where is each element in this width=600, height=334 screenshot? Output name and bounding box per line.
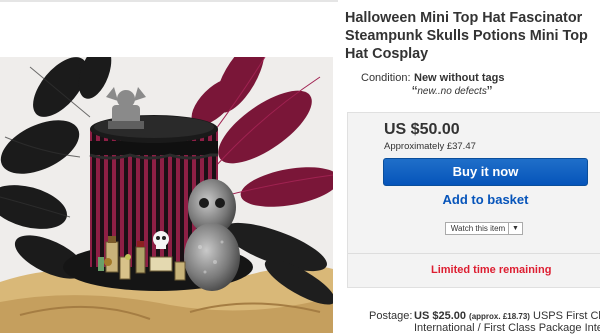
watch-item-button[interactable]: Watch this item ▼ xyxy=(445,222,523,235)
header-divider xyxy=(0,0,338,2)
buy-it-now-button[interactable]: Buy it now xyxy=(383,158,588,186)
condition-note: “new..no defects” xyxy=(412,84,492,102)
postage-price: US $25.00 xyxy=(414,310,466,322)
dropdown-arrow-icon[interactable]: ▼ xyxy=(508,223,522,234)
price-approx: Approximately £37.47 xyxy=(384,141,476,152)
urgency-message: Limited time remaining xyxy=(431,264,552,276)
hat-illustration xyxy=(0,57,333,333)
buy-box-divider xyxy=(348,253,600,254)
postage-service-continued: International / First Class Package Inte… xyxy=(414,322,600,334)
postage-details: US $25.00 (approx. £18.73) USPS First Cl… xyxy=(414,310,600,322)
watch-item-label: Watch this item xyxy=(450,224,506,233)
condition-note-text: new..no defects xyxy=(417,86,487,97)
postage-service: USPS First Class xyxy=(533,310,600,322)
postage-label: Postage: xyxy=(369,310,413,322)
condition-label: Condition: xyxy=(361,72,411,84)
listing-title: Halloween Mini Top Hat Fascinator Steamp… xyxy=(345,10,588,62)
price: US $50.00 xyxy=(384,121,460,138)
postage-approx: (approx. £18.73) xyxy=(469,312,530,321)
add-to-basket-link[interactable]: Add to basket xyxy=(383,192,588,207)
condition-value: New without tags xyxy=(414,72,505,84)
product-image[interactable] xyxy=(0,57,333,333)
quote-close-icon: ” xyxy=(486,84,493,101)
